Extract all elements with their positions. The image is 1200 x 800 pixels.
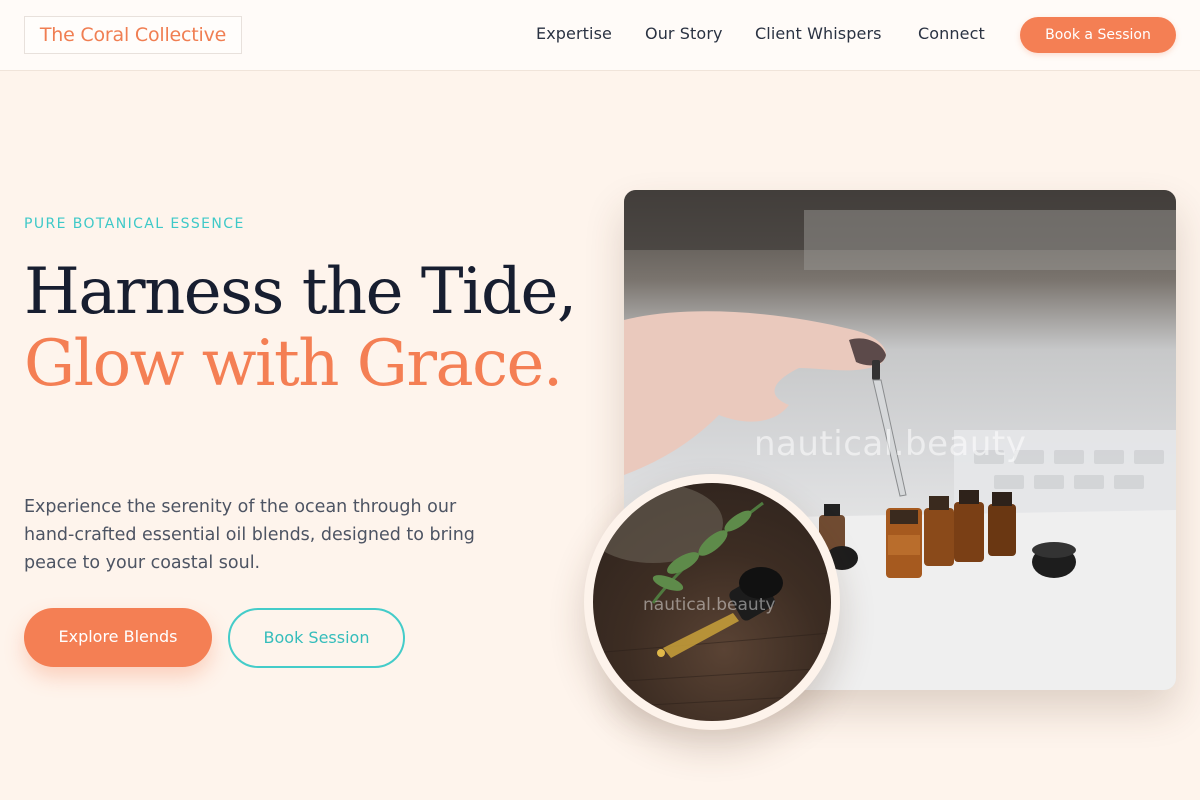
brand-logo[interactable]: The Coral Collective bbox=[24, 16, 242, 54]
photo-watermark: nautical.beauty bbox=[754, 424, 1027, 464]
nav-link-our-story[interactable]: Our Story bbox=[645, 24, 723, 43]
nav-link-expertise[interactable]: Expertise bbox=[536, 24, 612, 43]
hero-circle-photo: nautical.beauty bbox=[584, 474, 840, 730]
headline-line-1: Harness the Tide, bbox=[24, 255, 577, 329]
nav-link-client-whispers[interactable]: Client Whispers bbox=[755, 24, 882, 43]
book-a-session-button[interactable]: Book a Session bbox=[1020, 17, 1176, 53]
site-header: The Coral Collective Expertise Our Story… bbox=[0, 0, 1200, 71]
circle-photo-image: nautical.beauty bbox=[593, 483, 831, 721]
hero-eyebrow: PURE BOTANICAL ESSENCE bbox=[24, 216, 245, 232]
headline-line-2: Glow with Grace. bbox=[24, 327, 563, 401]
hero-headline: Harness the Tide, Glow with Grace. bbox=[24, 256, 604, 400]
book-session-button[interactable]: Book Session bbox=[228, 608, 405, 668]
hero-description: Experience the serenity of the ocean thr… bbox=[24, 497, 475, 573]
explore-blends-button[interactable]: Explore Blends bbox=[24, 608, 212, 667]
nav-link-connect[interactable]: Connect bbox=[918, 24, 985, 43]
circle-photo-watermark: nautical.beauty bbox=[643, 595, 776, 615]
